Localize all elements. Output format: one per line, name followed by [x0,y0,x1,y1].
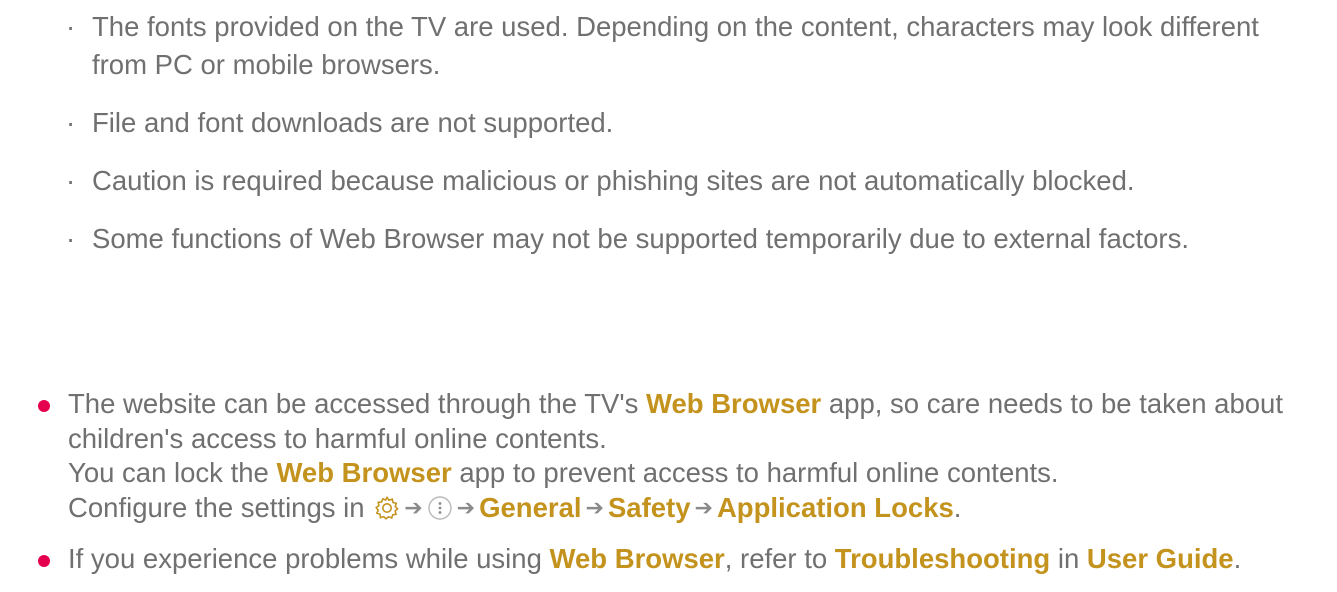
sub-point-list: · The fonts provided on the TV are used.… [66,8,1316,278]
note-text: Configure the settings in [68,491,373,523]
sub-bullet: · [66,107,76,138]
sub-point-text: File and font downloads are not supporte… [92,107,614,138]
bullet-dot [38,555,50,567]
sub-point: · Caution is required because malicious … [66,162,1316,200]
sub-point: · The fonts provided on the TV are used.… [66,8,1316,84]
note-list: The website can be accessed through the … [38,387,1318,592]
sub-bullet: · [66,165,76,196]
sub-bullet: · [66,223,76,254]
menu-path-safety: Safety [607,491,691,523]
note-text: . [953,491,962,523]
note-text: , refer to [724,543,835,574]
app-name-highlight: Web Browser [549,543,725,574]
arrow-icon: ➔ [404,494,423,520]
gear-icon [374,495,400,521]
sub-bullet: · [66,11,76,42]
sub-point-text: Caution is required because malicious or… [92,165,1135,196]
sub-point: · Some functions of Web Browser may not … [66,220,1316,258]
note-item-parental-lock: The website can be accessed through the … [38,387,1318,527]
note-text: You can lock the [68,457,277,488]
note-text: . [1233,543,1242,574]
user-guide-link[interactable]: User Guide [1087,543,1234,574]
note-text: app to prevent access to harmful online … [451,457,1059,488]
menu-path-general: General [479,491,582,523]
app-name-highlight: Web Browser [276,457,452,488]
arrow-icon: ➔ [694,494,713,520]
sub-point: · File and font downloads are not suppor… [66,104,1316,142]
bullet-dot [38,400,50,412]
sub-point-text: Some functions of Web Browser may not be… [92,223,1189,254]
arrow-icon: ➔ [585,494,604,520]
note-text: If you experience problems while using [68,543,550,574]
note-text: The website can be accessed through the … [68,388,646,419]
note-text: in [1050,543,1087,574]
note-item-troubleshooting: If you experience problems while using W… [38,542,1318,577]
app-name-highlight: Web Browser [646,388,822,419]
more-options-icon [427,495,453,521]
sub-point-text: The fonts provided on the TV are used. D… [92,11,1259,80]
arrow-icon: ➔ [456,494,476,520]
menu-path-application-locks: Application Locks [716,491,954,523]
troubleshooting-link[interactable]: Troubleshooting [835,543,1050,574]
